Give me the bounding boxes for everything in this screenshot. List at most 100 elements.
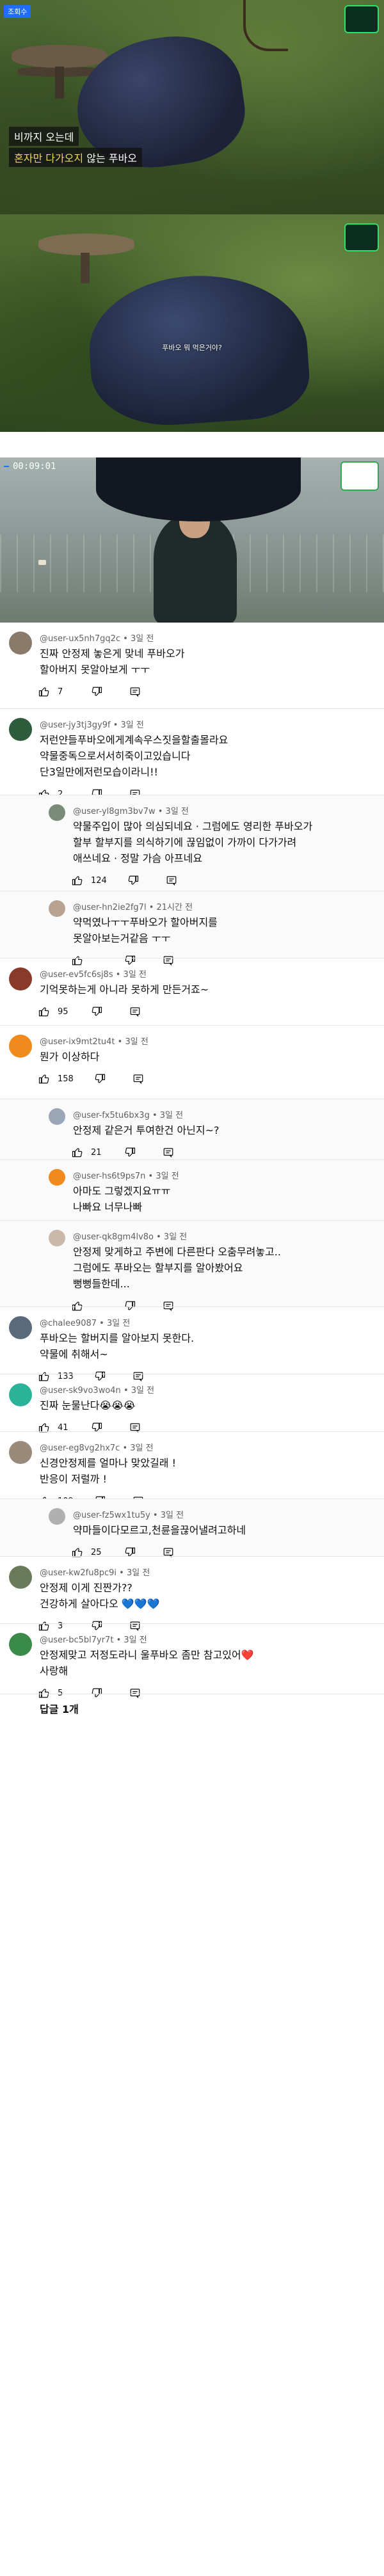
- like-button[interactable]: 21: [70, 1145, 104, 1159]
- like-count: 158: [58, 1074, 74, 1084]
- avatar[interactable]: [9, 967, 32, 990]
- reply-comment: @user-fz5wx1tu5y • 3일 전약마들이다모르고,천륜을끊어낼려고…: [0, 1499, 384, 1558]
- like-button[interactable]: 95: [37, 1005, 70, 1019]
- avatar[interactable]: [49, 1169, 65, 1186]
- username[interactable]: @user-sk9vo3wo4n: [40, 1386, 121, 1395]
- like-button[interactable]: 124: [70, 873, 107, 887]
- username[interactable]: @user-qk8gm4lv8o: [73, 1232, 154, 1242]
- video-caption: 비까지 오는데 혼자만 다가오지 않는 푸바오: [9, 127, 142, 167]
- avatar[interactable]: [49, 900, 65, 917]
- username[interactable]: @user-hs6t9ps7n: [73, 1172, 145, 1181]
- comment-text: 푸바오는 할버지를 알아보지 못한다. 약물에 취해서~: [40, 1330, 374, 1362]
- dislike-button[interactable]: [90, 1686, 104, 1700]
- meta-separator: •: [155, 807, 166, 816]
- avatar[interactable]: [9, 1035, 32, 1058]
- like-count: 21: [91, 1147, 102, 1157]
- avatar[interactable]: [49, 1508, 65, 1525]
- comment-actions: 5: [37, 1685, 142, 1701]
- comment-time: 3일 전: [159, 1111, 184, 1120]
- thumbs-up-icon: [37, 1072, 51, 1086]
- username[interactable]: @user-fx5tu6bx3g: [73, 1111, 150, 1120]
- dislike-button[interactable]: [90, 685, 104, 699]
- caption-line-2: 혼자만 다가오지 않는 푸바오: [9, 148, 142, 167]
- comment-line: 약물중독으로서서히죽이고있습니다: [40, 750, 191, 762]
- comment-actions: 95: [37, 1004, 142, 1019]
- meta-separator: •: [150, 1511, 161, 1520]
- meta-separator: •: [120, 1386, 131, 1395]
- dislike-button[interactable]: [126, 873, 140, 887]
- username[interactable]: @user-yl8gm3bv7w: [73, 807, 156, 816]
- comment-meta: @user-ux5nh7gq2c • 3일 전: [40, 632, 154, 644]
- like-button[interactable]: 7: [37, 685, 70, 699]
- username[interactable]: @user-hn2ie2fg7l: [73, 903, 147, 912]
- comment-actions: 7: [37, 684, 142, 699]
- avatar[interactable]: [9, 1316, 32, 1339]
- comment-meta: @user-fz5wx1tu5y • 3일 전: [73, 1508, 184, 1520]
- dislike-button[interactable]: [123, 1145, 137, 1159]
- meta-separator: •: [115, 1037, 125, 1047]
- meta-separator: •: [149, 1111, 160, 1120]
- username[interactable]: @user-eg8vg2hx7c: [40, 1443, 120, 1453]
- avatar[interactable]: [49, 804, 65, 821]
- more-replies-link[interactable]: 답글 1개: [40, 1701, 79, 1716]
- avatar[interactable]: [9, 632, 32, 655]
- avatar[interactable]: [49, 1108, 65, 1125]
- comment-meta: @user-jy3tj3gy9f • 3일 전: [40, 718, 144, 730]
- comment-time: 3일 전: [160, 1511, 184, 1520]
- username[interactable]: @chalee9087: [40, 1319, 97, 1328]
- reply-button[interactable]: [131, 1072, 145, 1086]
- comment-time: 3일 전: [131, 1386, 155, 1395]
- comment-meta: @user-ev5fc6sj8s • 3일 전: [40, 967, 147, 980]
- channel-badge: [4, 466, 9, 467]
- comment: @user-jy3tj3gy9f • 3일 전 저런얀들푸바오에게계속우스짓을할출…: [0, 709, 384, 800]
- thumbs-up-icon: [37, 685, 51, 699]
- username[interactable]: @user-bc5bl7yr7t: [40, 1635, 113, 1645]
- thumbs-up-icon: [37, 1686, 51, 1700]
- like-button[interactable]: 158: [37, 1072, 74, 1086]
- comment-time: 3일 전: [131, 634, 154, 644]
- username[interactable]: @user-kw2fu8pc9i: [40, 1568, 116, 1578]
- comment-actions: 21: [70, 1145, 175, 1160]
- dislike-button[interactable]: [90, 1005, 104, 1019]
- reply-comment: @user-qk8gm4lv8o • 3일 전 안정제 맞게하고 주변에 다른판다…: [0, 1221, 384, 1312]
- thumbs-down-icon: [123, 1145, 137, 1159]
- reply-icon: [128, 685, 142, 699]
- avatar[interactable]: [49, 1230, 65, 1246]
- comment-meta: @user-sk9vo3wo4n • 3일 전: [40, 1383, 154, 1395]
- comment-line: 안정제 이게 진짠가??: [40, 1582, 132, 1594]
- avatar[interactable]: [9, 1441, 32, 1464]
- comment-time: 3일 전: [156, 1172, 179, 1181]
- username[interactable]: @user-ux5nh7gq2c: [40, 634, 120, 644]
- reply-icon: [128, 1005, 142, 1019]
- like-count: 95: [58, 1006, 68, 1017]
- video-frame-3: 00:09:01: [0, 432, 384, 623]
- like-count: 124: [91, 875, 107, 886]
- like-button[interactable]: 5: [37, 1686, 70, 1700]
- dislike-button[interactable]: [93, 1072, 107, 1086]
- username[interactable]: @user-fz5wx1tu5y: [73, 1511, 150, 1520]
- username[interactable]: @user-ix9mt2tu4t: [40, 1037, 115, 1047]
- comment-meta: @user-yl8gm3bv7w • 3일 전: [73, 804, 189, 816]
- avatar[interactable]: [9, 718, 32, 741]
- comment-meta: @chalee9087 • 3일 전: [40, 1316, 130, 1328]
- reply-button[interactable]: [128, 1686, 142, 1700]
- comment: @user-ix9mt2tu4t • 3일 전 뭔가 이상하다 158: [0, 1026, 384, 1099]
- comment-text: 약마들이다모르고,천륜을끊어낼려고하네: [73, 1522, 374, 1538]
- video-topbar: 00:09:01: [4, 461, 56, 472]
- avatar[interactable]: [9, 1383, 32, 1406]
- avatar[interactable]: [9, 1566, 32, 1589]
- comment-time: 3일 전: [126, 1568, 150, 1578]
- reply-button[interactable]: [164, 873, 179, 887]
- username[interactable]: @user-jy3tj3gy9f: [40, 720, 111, 730]
- comment-time: 21시간 전: [156, 903, 193, 912]
- reply-button[interactable]: [128, 1005, 142, 1019]
- reply-button[interactable]: [161, 1145, 175, 1159]
- avatar[interactable]: [9, 1633, 32, 1656]
- thumbs-down-icon: [90, 1005, 104, 1019]
- program-logo: [344, 223, 379, 251]
- comment-text: 약먹였나ㅜㅜ푸바오가 할아버지를 못알아보는거같음 ㅜㅜ: [73, 914, 374, 946]
- reply-button[interactable]: [128, 685, 142, 699]
- comment-line: 진짜 눈물난다😭😭😭: [40, 1399, 136, 1411]
- username[interactable]: @user-ev5fc6sj8s: [40, 970, 113, 980]
- thumbs-down-icon: [90, 685, 104, 699]
